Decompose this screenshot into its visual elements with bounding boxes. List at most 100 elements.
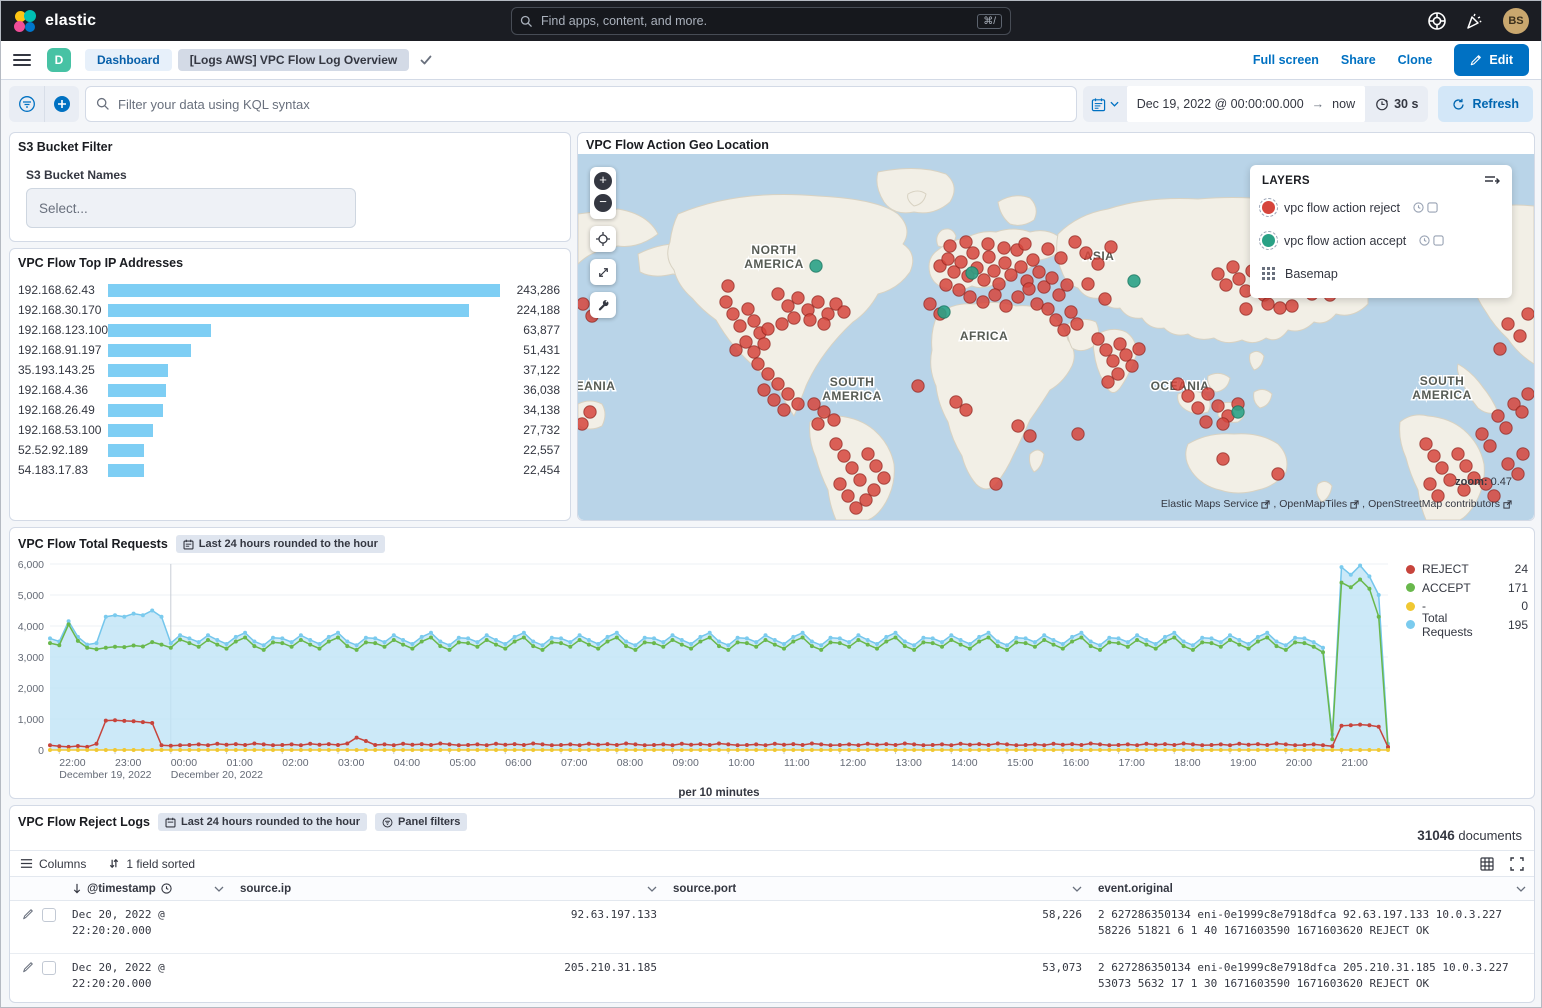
map-point-reject[interactable] xyxy=(940,279,952,291)
map-point-reject[interactable] xyxy=(1262,298,1274,310)
global-search-input[interactable]: Find apps, content, and more. ⌘/ xyxy=(511,7,1011,35)
row-checkbox[interactable] xyxy=(42,908,56,922)
checkbox-icon[interactable] xyxy=(1433,235,1444,246)
map-point-reject[interactable] xyxy=(1517,448,1529,460)
elastic-brand[interactable]: elastic xyxy=(1,9,181,33)
legend-item[interactable]: REJECT24 xyxy=(1406,560,1528,579)
map-point-reject[interactable] xyxy=(1494,343,1506,355)
world-map[interactable]: NORTHAMERICASOUTHAMERICAAFRICAASIAOCEANI… xyxy=(578,154,1534,520)
column-header-eventoriginal[interactable]: event.original xyxy=(1090,883,1534,895)
map-point-reject[interactable] xyxy=(1522,388,1534,400)
map-point-reject[interactable] xyxy=(762,368,774,380)
expand-row-icon[interactable] xyxy=(22,961,34,973)
map-point-reject[interactable] xyxy=(1200,416,1212,428)
bar[interactable] xyxy=(108,444,144,457)
clone-button[interactable]: Clone xyxy=(1398,53,1433,67)
map-point-reject[interactable] xyxy=(1217,453,1229,465)
map-point-reject[interactable] xyxy=(812,296,824,308)
map-point-reject[interactable] xyxy=(1015,261,1027,273)
map-point-reject[interactable] xyxy=(860,494,872,506)
map-point-reject[interactable] xyxy=(1233,273,1245,285)
map-point-reject[interactable] xyxy=(1042,303,1054,315)
map-point-reject[interactable] xyxy=(1424,478,1436,490)
map-point-reject[interactable] xyxy=(1053,289,1065,301)
map-point-reject[interactable] xyxy=(1055,252,1067,264)
map-point-reject[interactable] xyxy=(1240,303,1252,315)
map-point-reject[interactable] xyxy=(1512,468,1524,480)
map-point-reject[interactable] xyxy=(1092,258,1104,270)
tools-button[interactable] xyxy=(590,292,616,318)
layer-item-accept[interactable]: vpc flow action accept xyxy=(1262,224,1500,257)
legend-item[interactable]: ACCEPT171 xyxy=(1406,579,1528,598)
columns-button[interactable]: Columns xyxy=(20,857,86,871)
map-point-reject[interactable] xyxy=(727,308,739,320)
map-point-reject[interactable] xyxy=(878,472,890,484)
map-point-reject[interactable] xyxy=(838,450,850,462)
map-point-reject[interactable] xyxy=(828,414,840,426)
map-point-reject[interactable] xyxy=(1516,406,1528,418)
time-range-display[interactable]: Dec 19, 2022 @ 00:00:00.000 → now xyxy=(1127,86,1365,122)
map-point-reject[interactable] xyxy=(1050,314,1062,326)
bar[interactable] xyxy=(108,364,168,377)
layer-item-reject[interactable]: vpc flow action reject xyxy=(1262,191,1500,224)
map-point-reject[interactable] xyxy=(846,462,858,474)
table-row[interactable]: Dec 20, 2022 @ 22:20:20.00092.63.197.133… xyxy=(10,901,1534,954)
map-point-accept[interactable] xyxy=(938,306,950,318)
map-point-reject[interactable] xyxy=(1102,376,1114,388)
map-point-reject[interactable] xyxy=(850,502,862,514)
map-point-reject[interactable] xyxy=(776,318,788,330)
fullscreen-button[interactable]: Full screen xyxy=(1253,53,1319,67)
add-filter-button[interactable] xyxy=(44,86,79,122)
map-point-reject[interactable] xyxy=(1005,269,1017,281)
zoom-out-button[interactable]: − xyxy=(594,194,612,212)
refresh-interval-button[interactable]: 30 s xyxy=(1365,97,1428,111)
map-point-reject[interactable] xyxy=(990,478,1002,490)
map-point-reject[interactable] xyxy=(964,291,976,303)
edit-button[interactable]: Edit xyxy=(1454,44,1529,76)
chevron-down-icon[interactable] xyxy=(1072,886,1082,892)
map-point-reject[interactable] xyxy=(842,490,854,502)
space-avatar[interactable]: D xyxy=(47,48,71,72)
map-point-reject[interactable] xyxy=(1107,355,1119,367)
map-point-reject[interactable] xyxy=(730,344,742,356)
ip-bar-row[interactable]: 192.168.30.170224,188 xyxy=(10,300,570,320)
map-point-reject[interactable] xyxy=(722,280,734,292)
bar[interactable] xyxy=(108,284,500,297)
map-point-reject[interactable] xyxy=(584,406,596,418)
map-point-reject[interactable] xyxy=(854,474,866,486)
map-point-reject[interactable] xyxy=(1092,333,1104,345)
map-point-reject[interactable] xyxy=(999,257,1011,269)
map-point-reject[interactable] xyxy=(792,292,804,304)
s3-bucket-select[interactable]: Select... xyxy=(26,188,356,228)
checkbox-icon[interactable] xyxy=(1427,202,1438,213)
map-point-reject[interactable] xyxy=(1172,378,1184,390)
map-point-reject[interactable] xyxy=(1500,422,1512,434)
bar[interactable] xyxy=(108,424,153,437)
map-point-reject[interactable] xyxy=(1484,440,1496,452)
map-point-reject[interactable] xyxy=(1019,238,1031,250)
map-point-reject[interactable] xyxy=(1286,300,1298,312)
map-point-reject[interactable] xyxy=(960,404,972,416)
map-point-reject[interactable] xyxy=(1502,458,1514,470)
map-point-reject[interactable] xyxy=(960,236,972,248)
layer-item-basemap[interactable]: Basemap xyxy=(1262,257,1500,290)
map-point-reject[interactable] xyxy=(720,296,732,308)
map-point-reject[interactable] xyxy=(772,288,784,300)
map-point-reject[interactable] xyxy=(1012,291,1024,303)
ip-bar-row[interactable]: 192.168.62.43243,286 xyxy=(10,280,570,300)
map-point-reject[interactable] xyxy=(1212,268,1224,280)
legend-item[interactable]: Total Requests195 xyxy=(1406,616,1528,635)
fit-to-data-button[interactable] xyxy=(590,259,616,285)
map-point-accept[interactable] xyxy=(1128,275,1140,287)
news-icon[interactable] xyxy=(1465,11,1485,31)
map-point-reject[interactable] xyxy=(862,448,874,460)
timeseries-chart[interactable]: 01,0002,0003,0004,0005,0006,00022:0023:0… xyxy=(10,554,1536,798)
map-point-reject[interactable] xyxy=(834,478,846,490)
map-point-reject[interactable] xyxy=(1202,388,1214,400)
bar[interactable] xyxy=(108,404,163,417)
map-point-reject[interactable] xyxy=(1476,428,1488,440)
map-point-reject[interactable] xyxy=(1460,460,1472,472)
refresh-button[interactable]: Refresh xyxy=(1438,86,1533,122)
map-point-accept[interactable] xyxy=(1232,406,1244,418)
map-point-reject[interactable] xyxy=(978,274,990,286)
